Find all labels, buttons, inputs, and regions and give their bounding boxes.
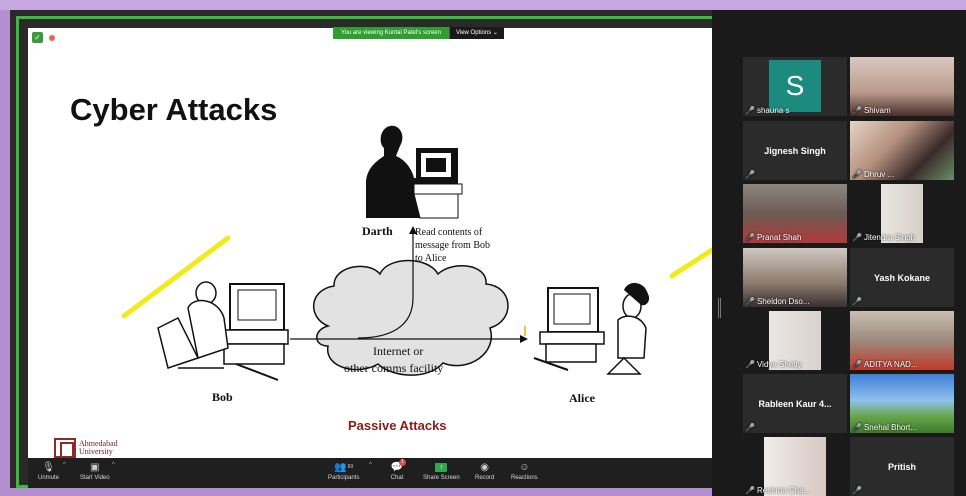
- window-top-border: [0, 0, 966, 10]
- participant-name-centered: Jignesh Singh: [764, 145, 826, 156]
- participant-name-centered: Yash Kokane: [873, 272, 931, 283]
- reactions-icon: ☺: [519, 461, 530, 473]
- university-logo-icon: [54, 438, 76, 458]
- read-contents-line-1: Read contents of: [415, 227, 483, 238]
- screen-share-banner: You are viewing Kuntal Patel's screen Vi…: [333, 27, 504, 39]
- bob-figure: [157, 281, 289, 381]
- alice-figure: [533, 282, 650, 375]
- presentation-slide: Cyber Attacks Darth Read contents of mes…: [28, 28, 712, 458]
- darth-figure: [366, 125, 463, 219]
- participant-tile[interactable]: Yash Kokane 🎤: [850, 248, 954, 307]
- muted-mic-icon: 🎤: [745, 360, 755, 369]
- participant-tile[interactable]: 🎤 Vidya Shetty: [743, 311, 847, 370]
- participant-name: ADITYA NAD...: [863, 360, 918, 369]
- view-options-button[interactable]: View Options ⌄: [448, 27, 504, 39]
- muted-mic-icon: 🎤: [745, 106, 755, 115]
- participant-tile[interactable]: Jignesh Singh 🎤: [743, 121, 847, 180]
- participant-name-centered: Pritish: [887, 461, 916, 472]
- slide-caption: Passive Attacks: [348, 418, 447, 433]
- participant-tile[interactable]: Rableen Kaur 4... 🎤: [743, 374, 847, 433]
- start-video-label: Start Video: [80, 475, 110, 481]
- participants-label: Participants: [328, 475, 360, 481]
- share-screen-icon: ↑: [435, 462, 448, 472]
- record-label: Record: [475, 475, 495, 481]
- muted-mic-icon: 🎤: [745, 297, 755, 306]
- participant-name: shauna s: [756, 106, 790, 115]
- muted-mic-icon: 🎤: [745, 233, 755, 242]
- participant-tile[interactable]: 🎤 Snehal Bhort...: [850, 374, 954, 433]
- record-button[interactable]: ◉ Record: [475, 461, 495, 482]
- university-logo: Ahmedabad University: [54, 438, 118, 458]
- highlight-check-right: [669, 247, 712, 279]
- participant-tile[interactable]: 🎤 Dhruv ...: [850, 121, 954, 180]
- darth-label: Darth: [362, 224, 393, 238]
- participants-icon: 👥 69: [334, 461, 354, 473]
- participant-tile[interactable]: Pritish 🎤: [850, 437, 954, 496]
- participant-tile[interactable]: 🎤 Reshma Cha...: [743, 437, 847, 496]
- participants-caret-icon[interactable]: ^: [369, 462, 372, 468]
- participant-name: Reshma Cha...: [756, 486, 811, 495]
- cloud-label-line-1: Internet or: [373, 344, 424, 358]
- muted-mic-icon: 🎤: [852, 360, 862, 369]
- security-shield-icon[interactable]: ✓: [32, 32, 43, 43]
- reactions-label: Reactions: [511, 475, 538, 481]
- chat-icon: 💬 1: [390, 459, 406, 473]
- participant-name: Sheldon Dso...: [756, 297, 810, 306]
- muted-mic-icon: 🎤: [852, 423, 862, 432]
- participants-button[interactable]: 👥 69 Participants: [328, 461, 360, 482]
- participants-count: 69: [347, 464, 354, 470]
- recording-dot-icon: [49, 35, 55, 41]
- participant-name: Vidya Shetty: [756, 360, 802, 369]
- share-screen-label: Share Screen: [423, 475, 460, 481]
- chat-badge: 1: [399, 459, 406, 466]
- unmute-label: Unmute: [38, 475, 60, 481]
- video-options-caret-icon[interactable]: ^: [112, 462, 115, 468]
- participant-tile[interactable]: 🎤 ADITYA NAD...: [850, 311, 954, 370]
- participant-tile[interactable]: S 🎤 shauna s: [743, 57, 847, 116]
- participant-name: Snehal Bhort...: [863, 423, 917, 432]
- read-contents-line-2: message from Bob: [415, 240, 490, 251]
- meeting-toolbar: 🎙 Unmute ^ ▣ Start Video ^ 👥 69 Participa…: [28, 458, 712, 488]
- unmute-button[interactable]: 🎙 Unmute: [38, 461, 60, 482]
- share-screen-button[interactable]: ↑ Share Screen: [423, 461, 460, 481]
- audio-options-caret-icon[interactable]: ^: [63, 462, 66, 468]
- muted-mic-icon: 🎤: [745, 486, 755, 495]
- muted-mic-icon: 🎤: [852, 170, 862, 179]
- participant-name: Shivam: [863, 106, 891, 115]
- participant-tile[interactable]: 🎤 Jitendra Singh: [850, 184, 954, 243]
- muted-mic-icon: 🎤: [852, 486, 862, 495]
- participant-name: Dhruv ...: [863, 170, 895, 179]
- passive-attack-diagram: [121, 125, 712, 381]
- muted-mic-icon: 🎤: [852, 106, 862, 115]
- reactions-button[interactable]: ☺ Reactions: [511, 461, 538, 482]
- start-video-button[interactable]: ▣ Start Video: [80, 461, 110, 482]
- participant-name-centered: Rableen Kaur 4...: [758, 398, 832, 409]
- alice-label: Alice: [569, 391, 595, 405]
- video-off-icon: ▣: [90, 461, 100, 473]
- muted-mic-icon: 🎤: [745, 170, 755, 179]
- participant-tile[interactable]: 🎤 Pranat Shah: [743, 184, 847, 243]
- panel-resize-handle[interactable]: [718, 298, 721, 318]
- viewing-message: You are viewing Kuntal Patel's screen: [333, 27, 449, 39]
- chat-label: Chat: [390, 475, 404, 481]
- read-contents-line-3: to Alice: [415, 253, 447, 264]
- participant-name: Jitendra Singh: [863, 233, 916, 242]
- logo-text-line-2: University: [79, 447, 113, 456]
- muted-mic-icon: 🎤: [852, 233, 862, 242]
- bob-label: Bob: [212, 390, 233, 404]
- muted-mic-icon: 🎤: [745, 423, 755, 432]
- participant-tile[interactable]: 🎤 Sheldon Dso...: [743, 248, 847, 307]
- record-icon: ◉: [480, 461, 490, 473]
- participant-tile[interactable]: 🎤 Shivam: [850, 57, 954, 116]
- muted-mic-icon: 🎙: [42, 461, 55, 473]
- chat-button[interactable]: 💬 1 Chat: [390, 459, 406, 481]
- participant-name: Pranat Shah: [756, 233, 802, 242]
- avatar: S: [769, 60, 821, 112]
- cloud-label-line-2: other comms facility: [344, 361, 444, 375]
- muted-mic-icon: 🎤: [852, 297, 862, 306]
